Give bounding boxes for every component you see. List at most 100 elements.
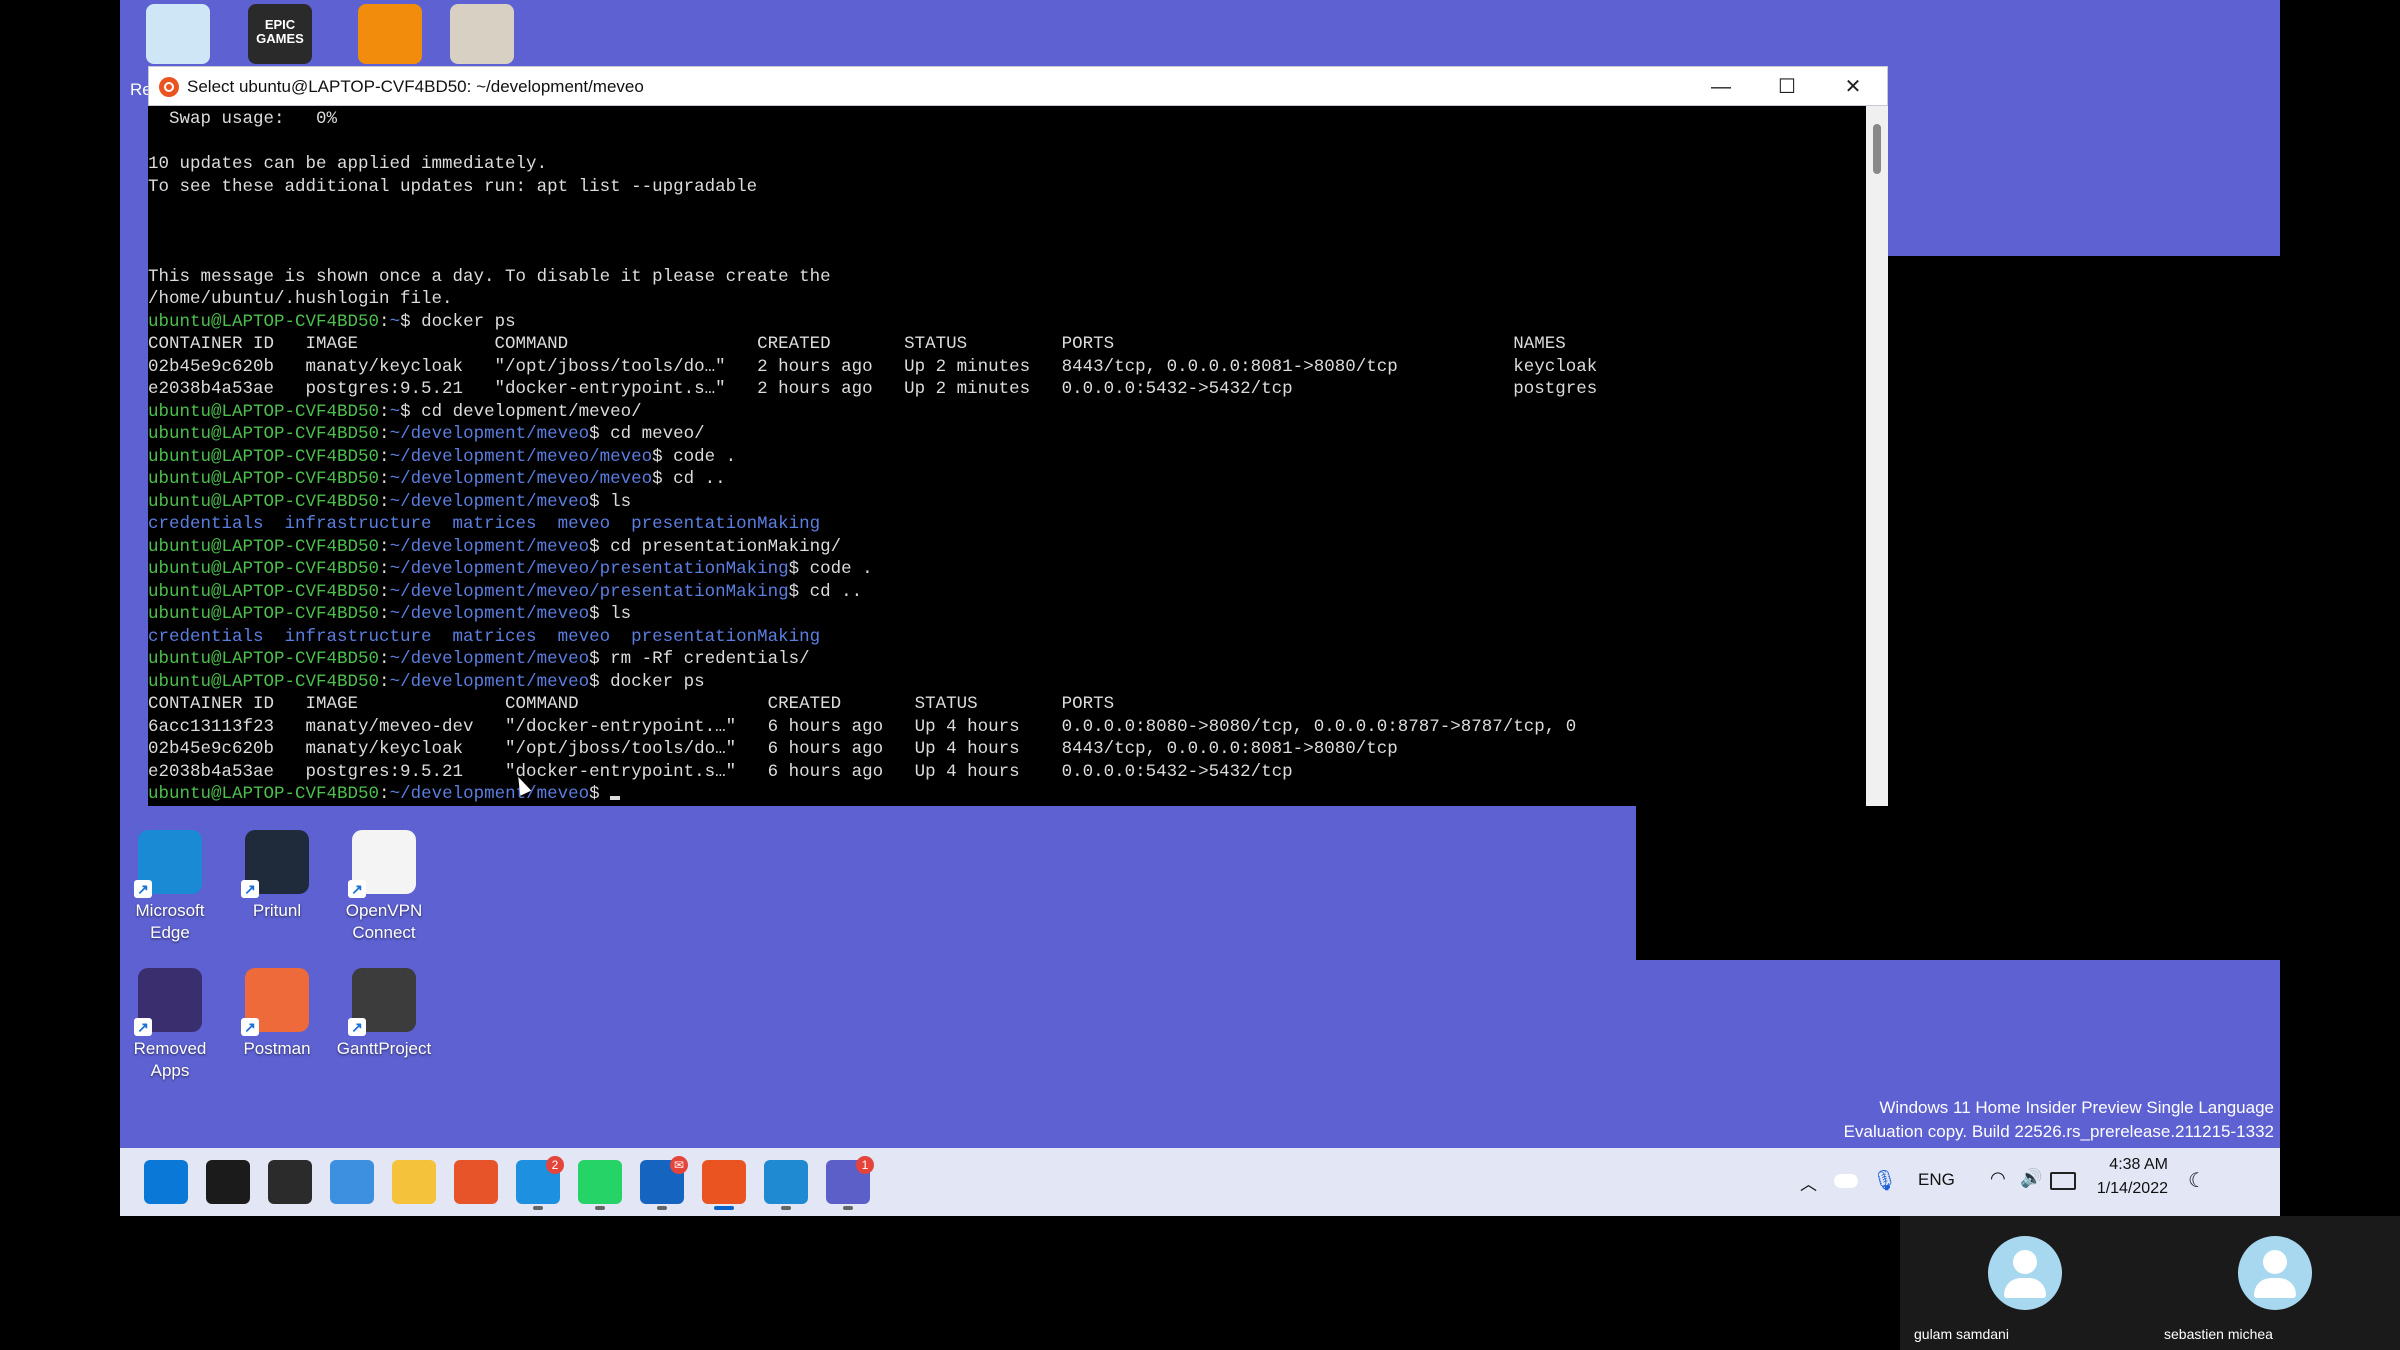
terminal-line: ubuntu@LAPTOP-CVF4BD50:~$ docker ps [148,311,516,333]
chevron-up-icon[interactable]: ︿ [1800,1170,1817,1195]
participant-name: sebastien michea [2164,1326,2273,1342]
participant-tile[interactable]: gulam samdani [1900,1216,2150,1350]
avatar [1988,1236,2062,1310]
terminal-line: ubuntu@LAPTOP-CVF4BD50:~/development/mev… [148,446,736,468]
microphone-icon[interactable]: 🎙 [1872,1168,1897,1193]
terminal-text: : [379,446,390,467]
terminal-scrollbar[interactable] [1866,106,1888,806]
terminal-line: ubuntu@LAPTOP-CVF4BD50:~/development/mev… [148,423,705,445]
participant-tile[interactable]: sebastien michea [2150,1216,2400,1350]
terminal-text: $ cd development/meveo/ [400,401,642,422]
terminal-text: ~/development/meveo/presentationMaking [389,581,789,602]
terminal-line: ubuntu@LAPTOP-CVF4BD50:~/development/mev… [148,581,862,603]
running-indicator [781,1206,791,1210]
terminal-text: : [379,784,390,804]
terminal-line: credentials infrastructure matrices meve… [148,626,820,648]
minimize-button[interactable]: — [1691,71,1751,103]
gimp-icon[interactable] [450,4,514,64]
notification-badge: 2 [546,1156,564,1174]
desktop-shortcut[interactable]: ↗ Removed Apps [120,968,220,1082]
avatar [2238,1236,2312,1310]
terminal-text: e2038b4a53ae postgres:9.5.21 "docker-ent… [148,761,1293,782]
terminal-text: 02b45e9c620b manaty/keycloak "/opt/jboss… [148,739,1398,759]
desktop-shortcut[interactable]: ↗ Pritunl [227,830,327,922]
file-explorer-icon[interactable] [392,1160,436,1204]
terminal-text: $ cd presentationMaking/ [589,536,842,557]
terminal-text: CONTAINER ID IMAGE COMMAND CREATED STATU… [148,334,1566,354]
recycle-bin-icon[interactable] [146,4,210,64]
terminal-text: $ [589,784,611,804]
whatsapp-icon[interactable] [578,1160,622,1204]
terminal-text: ~/development/meveo/meveo [389,446,653,467]
outlook-icon[interactable]: ✉ [640,1156,688,1204]
openvpn-icon: ↗ [348,830,416,898]
desktop-shortcut-label: Pritunl [252,901,302,920]
terminal-text: $ ls [589,491,632,512]
wifi-icon[interactable]: ◠ [1990,1168,2006,1189]
terminal-text: : [379,311,390,332]
terminal-text: To see these additional updates run: apt… [148,176,758,197]
start-icon[interactable] [144,1160,188,1204]
terminal-window[interactable]: Select ubuntu@LAPTOP-CVF4BD50: ~/develop… [148,66,1888,806]
terminal-text: : [379,401,390,422]
scrollbar-thumb[interactable] [1873,124,1881,174]
volume-icon[interactable]: 🔊 [2020,1168,2042,1189]
text-cursor [610,796,621,800]
focus-assist-icon[interactable]: ☾ [2188,1168,2206,1193]
running-indicator [595,1206,605,1210]
widgets-icon[interactable] [330,1160,374,1204]
pritunl-icon: ↗ [241,830,309,898]
epic-games-icon[interactable]: EPIC GAMES [248,4,312,64]
firefox-icon[interactable] [454,1160,498,1204]
maximize-button[interactable]: ☐ [1757,71,1817,103]
terminal-line: ubuntu@LAPTOP-CVF4BD50:~$ cd development… [148,401,642,423]
terminal-line: Swap usage: 0% [148,108,337,130]
desktop-shortcut-label: OpenVPN Connect [345,901,423,942]
ubuntu-icon [159,77,179,97]
terminal-text: $ cd meveo/ [589,424,705,444]
terminal-text: CONTAINER ID IMAGE COMMAND CREATED STATU… [148,694,1115,714]
desktop-shortcut[interactable]: ↗ GanttProject [334,968,434,1060]
close-button[interactable]: ✕ [1823,71,1883,103]
terminal-text: ~/development/meveo/presentationMaking [389,559,789,579]
ubuntu-terminal-icon[interactable] [702,1160,746,1204]
vlc-icon[interactable] [358,4,422,64]
language-indicator[interactable]: ENG [1918,1170,1955,1190]
terminal-text: $ cd .. [788,581,863,602]
clock-time[interactable]: 4:38 AM [2098,1156,2168,1174]
task-view-icon[interactable] [268,1160,312,1204]
vscode-icon[interactable] [764,1160,808,1204]
terminal-text: $ ls [589,604,632,624]
terminal-text: ~/development/meveo [389,671,590,692]
terminal-text: : [379,536,390,557]
battery-icon[interactable] [2050,1172,2076,1190]
terminal-text: ubuntu@LAPTOP-CVF4BD50 [148,559,380,579]
terminal-line: ubuntu@LAPTOP-CVF4BD50:~/development/mev… [148,468,726,490]
onedrive-icon[interactable] [1834,1174,1858,1188]
desktop-shortcut[interactable]: ↗ Postman [227,968,327,1060]
terminal-output[interactable]: Swap usage: 0% 10 updates can be applied … [148,106,1866,806]
terminal-text: credentials infrastructure matrices meve… [148,514,821,534]
teams-icon[interactable]: 1 [826,1156,874,1204]
terminal-text: 02b45e9c620b manaty/keycloak "/opt/jboss… [148,356,1598,377]
watermark-line-2: Evaluation copy. Build 22526.rs_prerelea… [1843,1122,2274,1141]
desktop-shortcut-label: GanttProject [336,1039,432,1058]
search-icon[interactable] [206,1160,250,1204]
window-titlebar[interactable]: Select ubuntu@LAPTOP-CVF4BD50: ~/develop… [148,66,1888,106]
edge-icon: ↗ [134,830,202,898]
terminal-line: credentials infrastructure matrices meve… [148,513,820,535]
terminal-text: ~ [389,311,401,332]
shortcut-arrow-icon: ↗ [241,1018,259,1036]
watermark-line-1: Windows 11 Home Insider Preview Single L… [1879,1098,2274,1117]
desktop-shortcut[interactable]: ↗ Microsoft Edge [120,830,220,944]
clock-date[interactable]: 1/14/2022 [2082,1180,2168,1198]
shortcut-arrow-icon: ↗ [348,880,366,898]
terminal-text: ~ [389,401,401,422]
windows-watermark: Windows 11 Home Insider Preview Single L… [1844,1096,2274,1144]
terminal-line: ubuntu@LAPTOP-CVF4BD50:~/development/mev… [148,491,631,513]
desktop-shortcut[interactable]: ↗ OpenVPN Connect [334,830,434,944]
terminal-text: /home/ubuntu/.hushlogin file. [148,289,453,309]
terminal-text: : [379,604,390,624]
skype-icon[interactable]: 2 [516,1156,564,1204]
terminal-text: ubuntu@LAPTOP-CVF4BD50 [148,424,380,444]
